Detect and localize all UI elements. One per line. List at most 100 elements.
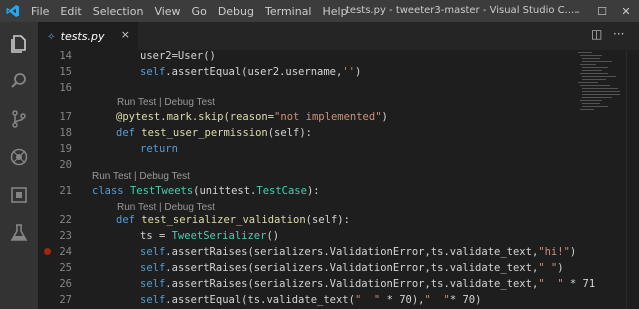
line-number: 24	[59, 246, 72, 258]
code-line-21: class TestTweets(unittest.TestCase):	[92, 185, 320, 197]
code-token: (self):	[305, 214, 350, 226]
code-token: .assertRaises(serializers.ValidationErro…	[165, 246, 539, 258]
menu-terminal[interactable]: Terminal	[265, 5, 312, 18]
line-number: 18	[59, 127, 72, 139]
vscode-logo-icon	[6, 5, 19, 17]
code-token: ):	[306, 185, 320, 197]
line-number: 23	[59, 230, 72, 242]
code-token: " "	[354, 294, 381, 306]
minimap[interactable]	[578, 50, 626, 130]
code-token: * 70),	[380, 294, 425, 306]
title-bar: File Edit Selection View Go Debug Termin…	[0, 0, 639, 22]
code-token: class	[92, 185, 124, 197]
vertical-scrollbar[interactable]	[626, 50, 639, 309]
code-token: " "	[424, 294, 450, 306]
code-token: self	[140, 278, 166, 290]
code-line-22: def test_serializer_validation(self):	[116, 214, 350, 226]
code-token: )	[557, 262, 564, 274]
codelens-run-debug[interactable]: Run Test | Debug Test	[117, 97, 215, 108]
menu-help[interactable]: Help	[323, 5, 348, 18]
code-token: * 71	[563, 278, 596, 290]
menu-go[interactable]: Go	[192, 5, 207, 18]
code-line-24: self.assertRaises(serializers.Validation…	[140, 246, 576, 258]
close-tab-icon[interactable]: ×	[121, 28, 130, 41]
code-token: )	[569, 246, 577, 258]
code-token: def	[116, 214, 135, 226]
code-line-23: ts = TweetSerializer()	[140, 230, 279, 242]
line-number: 16	[59, 82, 72, 94]
code-token: .assertEqual(ts.validate_text(	[165, 294, 355, 306]
code-token: )	[354, 66, 362, 78]
line-number: 26	[59, 278, 72, 290]
line-number: 14	[59, 50, 72, 62]
debug-icon[interactable]	[8, 146, 30, 168]
flask-icon[interactable]	[8, 222, 30, 244]
menu-view[interactable]: View	[154, 5, 180, 18]
code-token: self	[140, 66, 166, 78]
code-token: ts =	[140, 230, 172, 242]
source-control-icon[interactable]	[8, 108, 30, 130]
menu-file[interactable]: File	[31, 5, 49, 18]
close-window-button[interactable]: ✕	[614, 0, 638, 22]
py-file-icon: ⟡	[48, 30, 55, 42]
code-token: test_serializer_validation	[141, 214, 306, 226]
line-number: 15	[59, 66, 72, 78]
code-line-25: self.assertRaises(serializers.Validation…	[140, 262, 564, 274]
line-number: 17	[59, 111, 72, 123]
code-token: " "	[538, 262, 558, 274]
code-token: @pytest.mark.skip(reason=	[116, 111, 275, 123]
code-line-15: self.assertEqual(user2.username,'')	[140, 66, 361, 78]
tab-bar: ⟡ tests.py × ◫ ···	[38, 22, 639, 50]
code-editor[interactable]: 14 user2=User() 15 self.assertEqual(user…	[38, 50, 639, 309]
line-number: 25	[59, 262, 72, 274]
code-token: self	[140, 246, 166, 258]
code-token: (self):	[267, 127, 312, 139]
files-icon[interactable]	[8, 32, 30, 54]
code-line-26: self.assertRaises(serializers.Validation…	[140, 278, 595, 290]
menu-selection[interactable]: Selection	[93, 5, 144, 18]
line-number: 20	[59, 159, 72, 171]
more-actions-icon[interactable]: ···	[613, 27, 624, 41]
window-title: tests.py - tweeter3-master - Visual Stud…	[346, 5, 575, 16]
code-token: self	[140, 262, 166, 274]
code-token: ()	[266, 230, 280, 242]
code-token: test_user_permission	[141, 127, 268, 139]
code-token: * 70)	[449, 294, 482, 306]
menu-bar: File Edit Selection View Go Debug Termin…	[31, 0, 359, 22]
code-token: TestTweets	[129, 185, 194, 197]
menu-debug[interactable]: Debug	[218, 5, 254, 18]
code-token: def	[116, 127, 135, 139]
code-line-14: user2=User()	[140, 50, 216, 62]
code-token: )	[381, 111, 388, 123]
code-token: " "	[538, 278, 564, 290]
code-token: ''	[342, 66, 355, 78]
code-token: TestCase	[256, 185, 307, 197]
extensions-icon[interactable]	[8, 184, 30, 206]
activity-bar	[0, 22, 38, 309]
code-token: TweetSerializer	[171, 230, 267, 242]
codelens-run-debug[interactable]: Run Test | Debug Test	[117, 202, 215, 213]
menu-edit[interactable]: Edit	[60, 5, 81, 18]
line-number: 21	[59, 185, 72, 197]
search-icon[interactable]	[8, 70, 30, 92]
split-editor-icon[interactable]: ◫	[591, 27, 602, 41]
code-token: self	[140, 294, 166, 306]
code-line-27: self.assertEqual(ts.validate_text(" " * …	[140, 294, 481, 306]
code-token: "not implemented"	[274, 111, 382, 123]
codelens-run-debug[interactable]: Run Test | Debug Test	[92, 171, 190, 182]
tab-tests-py[interactable]: ⟡ tests.py ×	[38, 22, 138, 50]
line-number: 19	[59, 143, 72, 155]
code-token: (unittest.	[193, 185, 257, 197]
code-line-17: @pytest.mark.skip(reason="not implemente…	[116, 111, 388, 123]
code-token: .assertRaises(serializers.ValidationErro…	[165, 262, 539, 274]
code-token: "hi!"	[538, 246, 570, 258]
tab-label: tests.py	[60, 29, 105, 43]
line-number: 22	[59, 214, 72, 226]
minimize-button[interactable]: –	[565, 0, 589, 22]
code-line-19: return	[140, 143, 178, 155]
line-number: 27	[59, 294, 72, 306]
code-line-18: def test_user_permission(self):	[116, 127, 312, 139]
maximize-button[interactable]: ☐	[590, 0, 614, 22]
code-token: .assertEqual(user2.username,	[165, 66, 343, 78]
code-token: .assertRaises(serializers.ValidationErro…	[165, 278, 539, 290]
